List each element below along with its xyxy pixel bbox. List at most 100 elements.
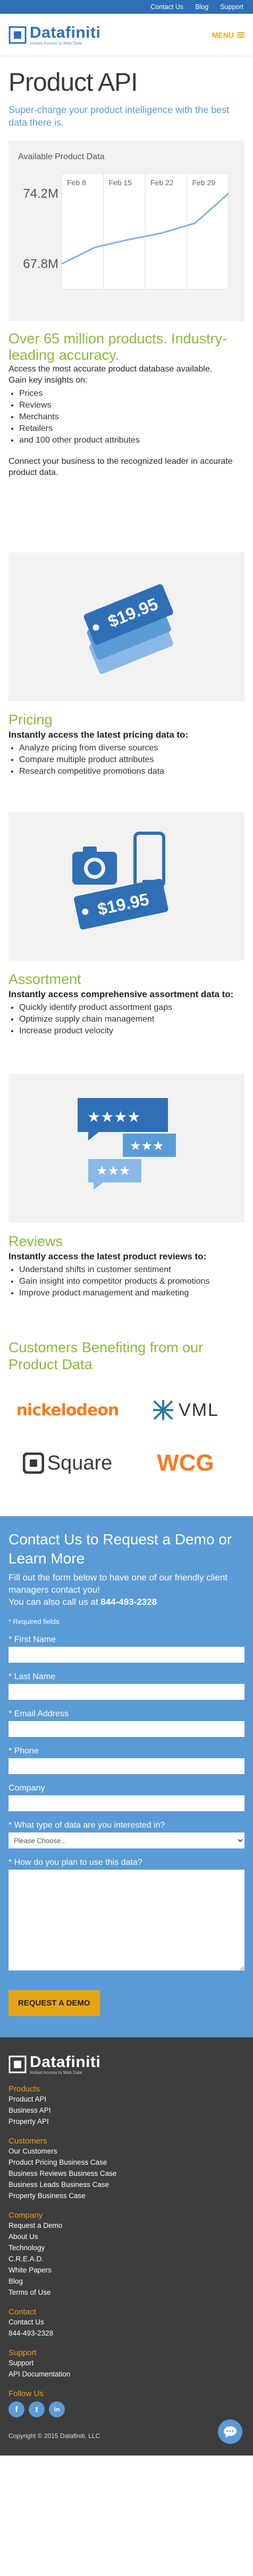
first-name-label: * First Name bbox=[9, 1635, 56, 1644]
reviews-illustration: ★★★★ ★★★ ★★★ bbox=[9, 1074, 244, 1223]
logo-text: Datafiniti bbox=[30, 24, 101, 41]
phone-field: * Phone bbox=[9, 1747, 244, 1774]
footer-link-white-papers[interactable]: White Papers bbox=[9, 2264, 244, 2276]
logo-mark-icon bbox=[9, 26, 27, 44]
footer-link-contact-us[interactable]: Contact Us bbox=[9, 2316, 244, 2328]
request-demo-button[interactable]: REQUEST A DEMO bbox=[9, 1990, 100, 2016]
chart-y-tick-label: 74.2M bbox=[23, 186, 58, 201]
email-field: * Email Address bbox=[9, 1709, 244, 1737]
customers-section: Customers Benefiting from our Product Da… bbox=[0, 1339, 253, 1479]
customer-logo-vml: VML bbox=[126, 1394, 244, 1426]
company-input[interactable] bbox=[9, 1795, 244, 1811]
square-mark-icon bbox=[22, 1453, 44, 1474]
data-type-field: * What type of data are you interested i… bbox=[9, 1821, 244, 1848]
intro-closing: Connect your business to the recognized … bbox=[9, 457, 233, 477]
footer-link-support[interactable]: Support bbox=[9, 2357, 244, 2368]
chat-button[interactable] bbox=[218, 2419, 242, 2444]
footer-link-business-reviews-case[interactable]: Business Reviews Business Case bbox=[9, 2168, 244, 2179]
last-name-input[interactable] bbox=[9, 1684, 244, 1700]
pricing-section: Pricing Instantly access the latest pric… bbox=[0, 701, 253, 777]
customer-logos: nickelodeon VML Square WCG bbox=[9, 1394, 244, 1479]
site-footer: Datafiniti Instant Access to Web Data Pr… bbox=[0, 2037, 253, 2456]
list-item: Optimize supply chain management bbox=[19, 1014, 244, 1025]
top-nav: Contact Us Blog Support bbox=[0, 0, 253, 14]
list-item: Retailers bbox=[19, 423, 244, 435]
list-item: Quickly identify product assortment gaps bbox=[19, 1002, 244, 1014]
svg-text:★★★★: ★★★★ bbox=[87, 1108, 140, 1126]
copyright: Copyright © 2015 Datafiniti, LLC bbox=[9, 2432, 100, 2440]
vml-mark-icon bbox=[153, 1400, 174, 1420]
footer-products-heading: Products bbox=[9, 2085, 40, 2094]
usage-label: * How do you plan to use this data? bbox=[9, 1858, 142, 1867]
top-nav-blog-link[interactable]: Blog bbox=[195, 3, 208, 11]
product-data-chart: Available Product Data Feb 8 Feb 15 Feb 22… bbox=[9, 141, 244, 321]
intro-lead: Access the most accurate product databas… bbox=[9, 365, 213, 374]
list-item: Research competitive promotions data bbox=[19, 766, 244, 777]
assortment-illustration: $19.95 bbox=[9, 812, 244, 961]
svg-text:★★★: ★★★ bbox=[96, 1163, 131, 1178]
menu-label: MENU bbox=[212, 30, 234, 39]
contact-phone-link[interactable]: 844-493-2328 bbox=[100, 1597, 157, 1607]
nickelodeon-logo-text: nickelodeon bbox=[16, 1401, 120, 1420]
phone-label: * Phone bbox=[9, 1747, 39, 1756]
footer-link-product-pricing-case[interactable]: Product Pricing Business Case bbox=[9, 2157, 244, 2168]
footer-link-business-api[interactable]: Business API bbox=[9, 2105, 244, 2116]
footer-link-terms[interactable]: Terms of Use bbox=[9, 2287, 244, 2298]
footer-logo[interactable]: Datafiniti Instant Access to Web Data bbox=[9, 2053, 244, 2075]
data-type-label: * What type of data are you interested i… bbox=[9, 1821, 165, 1830]
intro-heading: Over 65 million products. Industry-leadi… bbox=[9, 331, 227, 363]
contact-heading: Contact Us to Request a Demo or Learn Mo… bbox=[9, 1531, 232, 1567]
footer-link-blog[interactable]: Blog bbox=[9, 2276, 244, 2287]
email-label: * Email Address bbox=[9, 1709, 69, 1718]
top-nav-support-link[interactable]: Support bbox=[220, 3, 243, 11]
assortment-heading: Assortment bbox=[9, 971, 81, 987]
facebook-icon[interactable]: f bbox=[9, 2401, 24, 2417]
chart-y-tick-label: 67.8M bbox=[23, 257, 58, 271]
chart-x-tick-label: Feb 22 bbox=[150, 178, 174, 187]
footer-link-cread[interactable]: C.R.E.A.D. bbox=[9, 2253, 244, 2264]
last-name-label: * Last Name bbox=[9, 1672, 56, 1681]
logo[interactable]: Datafiniti Instant Access to Web Data bbox=[9, 24, 100, 46]
intro-gain: Gain key insights on: bbox=[9, 376, 88, 385]
chart-x-tick-label: Feb 15 bbox=[109, 178, 132, 187]
reviews-heading: Reviews bbox=[9, 1233, 63, 1249]
data-type-select[interactable]: Please Choose... bbox=[9, 1832, 244, 1848]
usage-textarea[interactable] bbox=[9, 1870, 244, 1970]
first-name-input[interactable] bbox=[9, 1647, 244, 1663]
hero: Product API Super-charge your product in… bbox=[0, 56, 253, 129]
list-item: Merchants bbox=[19, 411, 244, 423]
footer-link-api-docs[interactable]: API Documentation bbox=[9, 2368, 244, 2380]
twitter-icon[interactable]: t bbox=[29, 2401, 45, 2417]
customer-logo-wcg: WCG bbox=[126, 1447, 244, 1479]
footer-logo-mark-icon bbox=[9, 2055, 27, 2073]
footer-follow-heading: Follow Us bbox=[9, 2389, 44, 2398]
customer-logo-nickelodeon: nickelodeon bbox=[9, 1394, 126, 1426]
footer-phone[interactable]: 844-493-2328 bbox=[9, 2328, 244, 2339]
footer-link-business-leads-case[interactable]: Business Leads Business Case bbox=[9, 2179, 244, 2190]
hamburger-icon bbox=[237, 32, 244, 38]
company-label: Company bbox=[9, 1784, 45, 1793]
top-nav-contact-link[interactable]: Contact Us bbox=[150, 3, 183, 11]
first-name-field: * First Name bbox=[9, 1635, 244, 1663]
email-input[interactable] bbox=[9, 1721, 244, 1737]
last-name-field: * Last Name bbox=[9, 1672, 244, 1700]
footer-link-technology[interactable]: Technology bbox=[9, 2242, 244, 2253]
contact-call-line: You can also call us at 844-493-2328 bbox=[9, 1596, 244, 1608]
instagram-icon[interactable]: in bbox=[49, 2401, 65, 2417]
list-item: Reviews bbox=[19, 400, 244, 411]
chart-x-tick-label: Feb 29 bbox=[192, 178, 216, 187]
footer-link-request-demo[interactable]: Request a Demo bbox=[9, 2220, 244, 2231]
footer-link-property-api[interactable]: Property API bbox=[9, 2116, 244, 2127]
footer-contact-heading: Contact bbox=[9, 2307, 36, 2316]
footer-link-product-api[interactable]: Product API bbox=[9, 2094, 244, 2105]
list-item: Increase product velocity bbox=[19, 1025, 244, 1037]
phone-input[interactable] bbox=[9, 1758, 244, 1774]
footer-link-property-case[interactable]: Property Business Case bbox=[9, 2190, 244, 2201]
contact-call-prefix: You can also call us at bbox=[9, 1597, 98, 1607]
footer-link-our-customers[interactable]: Our Customers bbox=[9, 2146, 244, 2157]
footer-logo-text: Datafiniti bbox=[30, 2053, 101, 2071]
footer-link-about-us[interactable]: About Us bbox=[9, 2231, 244, 2242]
reviews-list: Understand shifts in customer sentiment … bbox=[19, 1264, 244, 1299]
menu-button[interactable]: MENU bbox=[212, 31, 244, 39]
social-links: f t in bbox=[9, 2401, 244, 2417]
